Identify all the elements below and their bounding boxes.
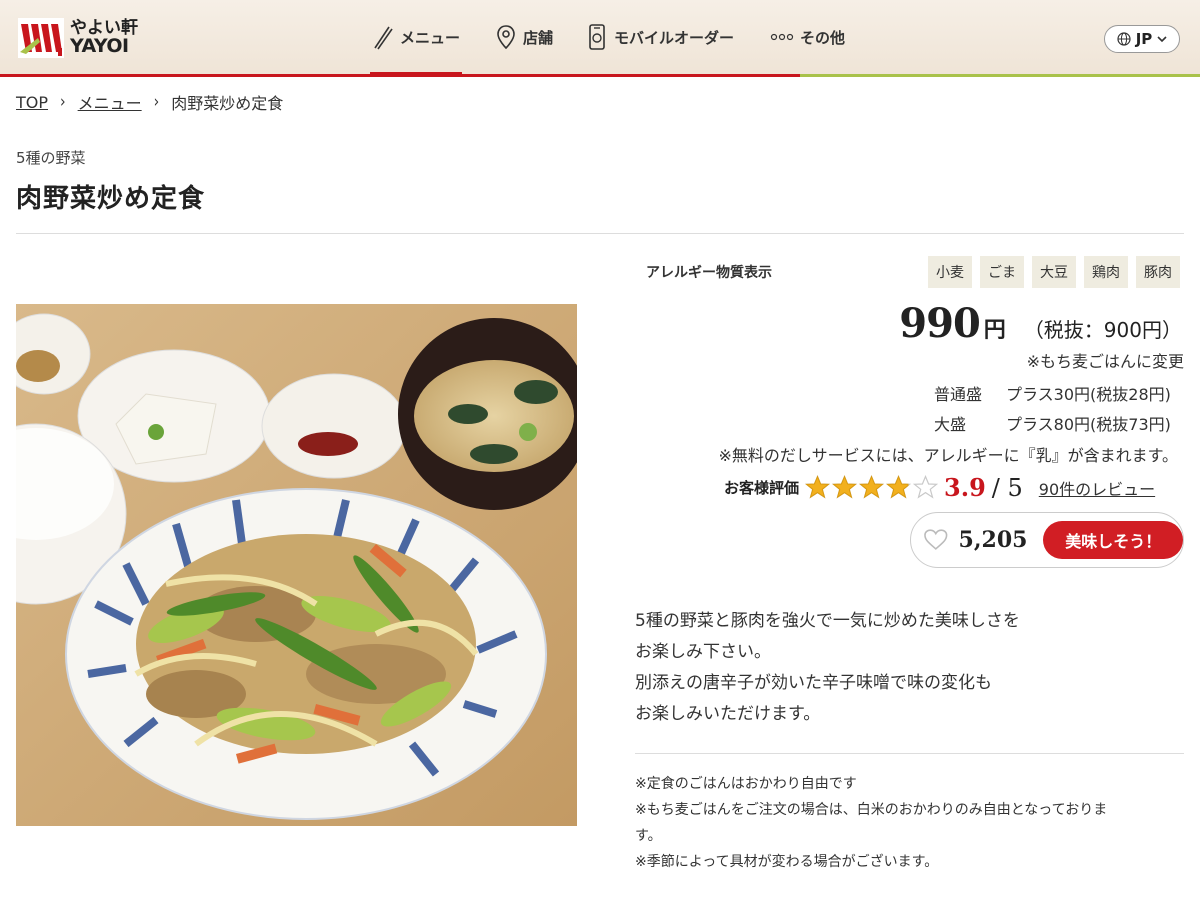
heart-icon[interactable]	[923, 528, 949, 552]
allergy-label: アレルギー物質表示	[646, 265, 772, 281]
allergy-tags: 小麦 ごま 大豆 鶏肉 豚肉	[928, 256, 1180, 288]
allergen-tag: ごま	[980, 256, 1024, 288]
note-line: ※季節によって具材が変わる場合がございます。	[635, 854, 939, 870]
dashi-allergy-note: ※無料のだしサービスには、アレルギーに『乳』が含まれます。	[718, 446, 1179, 465]
description-line: お楽しみ下さい。	[635, 642, 771, 662]
like-widget: 5,205 美味しそう！	[910, 512, 1184, 568]
rating-max: / 5	[991, 473, 1023, 502]
note-line: ※定食のごはんはおかわり自由です	[635, 776, 857, 792]
star-icon	[805, 475, 831, 499]
breadcrumb-menu-link[interactable]: メニュー	[78, 90, 142, 114]
option-value: プラス80円(税抜73円)	[1006, 415, 1171, 434]
option-label: 大盛	[934, 415, 967, 434]
nav-label-stores: 店舗	[523, 28, 554, 47]
like-button[interactable]: 美味しそう！	[1043, 521, 1183, 559]
breadcrumb: TOP › メニュー › 肉野菜炒め定食	[16, 90, 283, 114]
language-label: JP	[1135, 30, 1153, 48]
rating-label: お客様評価	[724, 479, 800, 497]
nav-item-mobile-order[interactable]: モバイルオーダー	[586, 22, 734, 52]
breadcrumb-current: 肉野菜炒め定食	[171, 94, 284, 113]
product-description: 5種の野菜と豚肉を強火で一気に炒めた美味しさを お楽しみ下さい。 別添えの唐辛子…	[635, 606, 1020, 730]
page-title: 肉野菜炒め定食	[16, 184, 206, 214]
main-nav: メニュー 店舗 モバイルオーダー その他	[0, 22, 1200, 76]
breadcrumb-separator-icon: ›	[60, 92, 66, 112]
chopsticks-icon	[374, 26, 393, 50]
product-subtitle: 5種の野菜	[16, 149, 86, 167]
review-link[interactable]: 90件のレビュー	[1039, 476, 1155, 500]
header-accent-green	[800, 74, 1200, 77]
star-icon	[832, 475, 858, 499]
option-regular: 普通盛 プラス30円(税抜28円)	[934, 381, 1171, 405]
mochi-rice-note: ※もち麦ごはんに変更	[1026, 352, 1184, 371]
product-notes: ※定食のごはんはおかわり自由です ※もち麦ごはんをご注文の場合は、白米のおかわり…	[635, 771, 1175, 875]
price-amount: 990	[899, 300, 980, 347]
site-header: やよい軒 YAYOI メニュー 店舗 モバイルオーダー その他 JP	[0, 0, 1200, 77]
nav-label-mobile-order: モバイルオーダー	[614, 28, 735, 47]
allergen-tag: 鶏肉	[1084, 256, 1128, 288]
chevron-down-icon	[1157, 36, 1167, 43]
nav-item-other[interactable]: その他	[770, 22, 845, 52]
star-icon	[886, 475, 912, 499]
header-accent-red	[0, 74, 800, 77]
product-image	[16, 304, 577, 826]
allergen-tag: 豚肉	[1136, 256, 1180, 288]
breadcrumb-top-link[interactable]: TOP	[16, 93, 48, 112]
nav-label-menu: メニュー	[400, 28, 461, 47]
option-large: 大盛 プラス80円(税抜73円)	[934, 411, 1171, 435]
like-count: 5,205	[958, 527, 1028, 553]
divider	[16, 233, 1184, 234]
price-tax-excluded: （税抜：900円）	[1023, 318, 1182, 342]
nav-item-menu[interactable]: メニュー	[369, 22, 463, 76]
description-line: 5種の野菜と豚肉を強火で一気に炒めた美味しさを	[635, 611, 1020, 631]
price: 990 円 （税抜：900円）	[899, 300, 1182, 347]
more-dots-icon	[770, 33, 794, 41]
option-value: プラス30円(税抜28円)	[1006, 385, 1171, 404]
rating: お客様評価 3.9 / 5 90件のレビュー	[724, 473, 1155, 502]
price-unit: 円	[983, 318, 1006, 343]
star-icon	[859, 475, 885, 499]
star-icon	[913, 475, 939, 499]
nav-label-other: その他	[800, 28, 846, 47]
allergen-tag: 小麦	[928, 256, 972, 288]
description-line: 別添えの唐辛子が効いた辛子味噌で味の変化も	[635, 673, 992, 693]
allergen-tag: 大豆	[1032, 256, 1076, 288]
divider	[635, 753, 1184, 754]
nav-item-stores[interactable]: 店舗	[495, 22, 553, 52]
globe-icon	[1117, 32, 1131, 46]
language-selector[interactable]: JP	[1104, 25, 1180, 53]
map-pin-icon	[497, 25, 515, 50]
smartphone-icon	[589, 24, 605, 50]
option-label: 普通盛	[934, 385, 983, 404]
rating-stars	[805, 475, 939, 500]
description-line: お楽しみいただけます。	[635, 704, 821, 724]
note-line: ※もち麦ごはんをご注文の場合は、白米のおかわりのみ自由となっておりま	[635, 802, 1108, 818]
breadcrumb-separator-icon: ›	[153, 92, 160, 112]
note-line: す。	[635, 828, 662, 844]
rating-score: 3.9	[944, 473, 986, 502]
